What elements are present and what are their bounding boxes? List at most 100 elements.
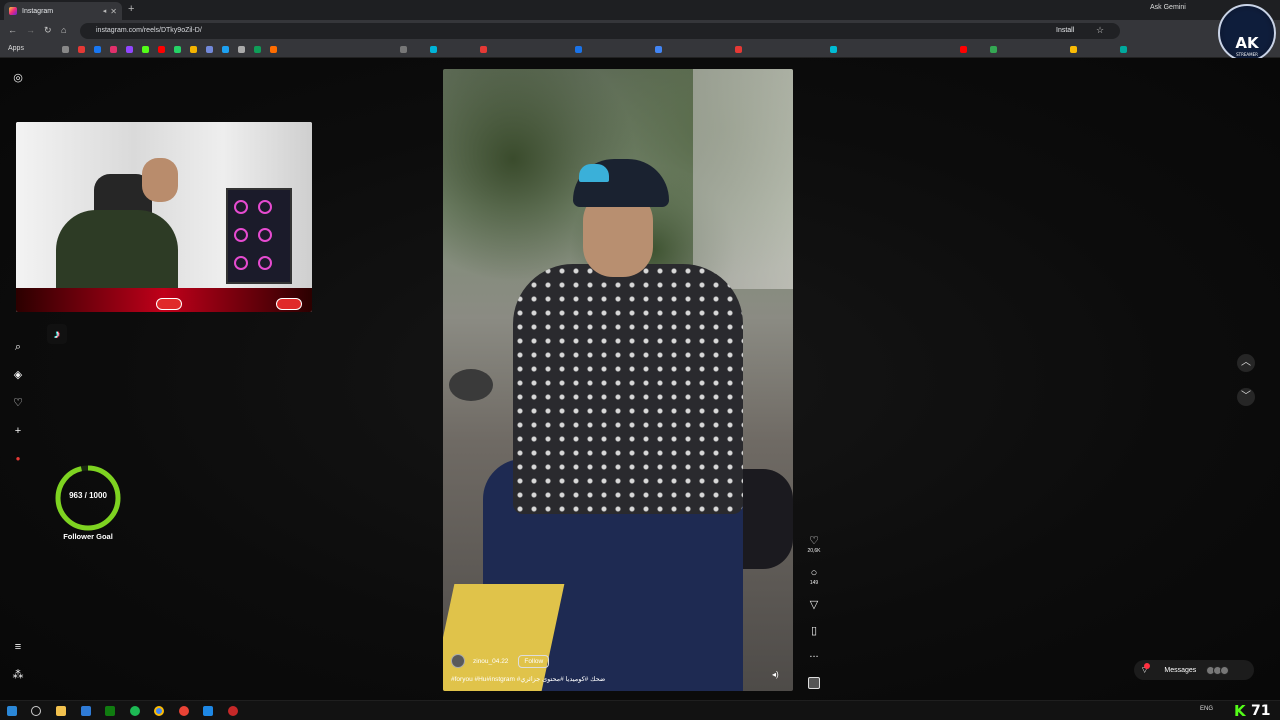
- follower-goal-ring: 963 / 1000: [53, 463, 123, 533]
- spotify-icon[interactable]: [130, 706, 140, 716]
- address-bar[interactable]: instagram.com/reels/DTky9oZil-D/: [80, 23, 1120, 39]
- bookmark-icon[interactable]: [110, 46, 117, 53]
- akatsuki-cloud-icon: [276, 298, 302, 310]
- forward-icon[interactable]: →: [26, 25, 35, 35]
- explore-icon[interactable]: ◈: [11, 368, 25, 382]
- next-reel-button[interactable]: ﹀: [1237, 388, 1255, 406]
- bookmark-icon[interactable]: [655, 46, 662, 53]
- channel-logo: AK STREAMER: [1218, 4, 1276, 62]
- reel-video[interactable]: [443, 69, 793, 691]
- bookmark-icon[interactable]: [94, 46, 101, 53]
- more-icon[interactable]: ≡: [11, 640, 25, 654]
- speaker-icon[interactable]: ◂: [103, 7, 107, 15]
- reload-icon[interactable]: ↻: [44, 25, 52, 36]
- bookmarks-apps[interactable]: Apps: [8, 45, 24, 52]
- kick-number: 71: [1251, 703, 1271, 719]
- channel-logo-text: AK: [1235, 34, 1259, 52]
- akatsuki-cloud-icon: [156, 298, 182, 310]
- file-explorer-icon[interactable]: [56, 706, 66, 716]
- bookmark-icon[interactable]: [78, 46, 85, 53]
- bookmark-icon[interactable]: [142, 46, 149, 53]
- bookmark-icon[interactable]: [830, 46, 837, 53]
- back-icon[interactable]: ←: [8, 25, 17, 35]
- comment-button[interactable]: ○ 149: [806, 567, 822, 586]
- bookmark-icon[interactable]: [430, 46, 437, 53]
- tiktok-icon: ♪: [47, 324, 67, 344]
- bookmark-icon[interactable]: [238, 46, 245, 53]
- comment-count: 149: [809, 580, 819, 586]
- heart-icon[interactable]: ♡: [11, 396, 25, 410]
- home-icon[interactable]: ⌂: [61, 25, 66, 35]
- share-button[interactable]: ▽: [806, 599, 822, 611]
- search-icon[interactable]: [31, 706, 41, 716]
- messages-badge: [1144, 663, 1151, 669]
- create-icon[interactable]: +: [11, 424, 25, 438]
- bookmark-icon[interactable]: [254, 46, 261, 53]
- new-tab-button[interactable]: +: [128, 3, 134, 15]
- mute-icon[interactable]: ◂): [772, 670, 779, 679]
- bookmark-icon[interactable]: [990, 46, 997, 53]
- browser-tab-bar: Instagram ◂ ✕ + Ask Gemini: [0, 0, 1280, 20]
- video-cap-accent: [579, 164, 609, 182]
- close-tab-icon[interactable]: ✕: [110, 7, 117, 16]
- bookmark-icon[interactable]: [206, 46, 213, 53]
- save-button[interactable]: ▯: [806, 625, 822, 637]
- xbox-icon[interactable]: [105, 706, 115, 716]
- streamer-body: [56, 210, 178, 290]
- follow-button[interactable]: Follow: [518, 654, 550, 668]
- messages-button[interactable]: ▽ Messages: [1134, 660, 1254, 680]
- bookmark-icon[interactable]: [735, 46, 742, 53]
- like-button[interactable]: ♡ 20,6K: [806, 535, 822, 554]
- bookmarks-bar: Apps: [0, 42, 1280, 58]
- bookmark-icon[interactable]: [222, 46, 229, 53]
- meta-icon[interactable]: ⁂: [11, 668, 25, 682]
- follower-goal-count: 963 / 1000: [69, 491, 107, 500]
- windows-taskbar: ENG K 71: [0, 700, 1280, 720]
- audio-thumbnail[interactable]: [808, 677, 820, 689]
- instagram-icon[interactable]: ◎: [11, 71, 25, 85]
- avatar: [1220, 665, 1230, 675]
- store-icon[interactable]: [81, 706, 91, 716]
- bookmark-icon: ▯: [810, 625, 818, 637]
- instagram-favicon-icon: [9, 7, 17, 15]
- messages-label: Messages: [1164, 666, 1197, 674]
- avatar[interactable]: [451, 654, 465, 668]
- reel-caption[interactable]: #foryou #Hu#instgram #ضحك #كوميديا #محتو…: [451, 675, 605, 683]
- bookmark-star-icon[interactable]: ☆: [1096, 25, 1104, 36]
- tab-instagram[interactable]: Instagram ◂ ✕: [4, 2, 122, 20]
- more-dots-icon: ...: [809, 648, 819, 660]
- video-building: [693, 69, 793, 289]
- video-jacket: [513, 264, 743, 514]
- tab-title: Instagram: [22, 7, 54, 15]
- previous-reel-button[interactable]: ︿: [1237, 354, 1255, 372]
- browser-toolbar: ← → ↻ ⌂ instagram.com/reels/DTky9oZil-D/…: [0, 20, 1280, 42]
- search-icon[interactable]: ⌕: [11, 340, 25, 354]
- more-options-button[interactable]: ...: [806, 648, 822, 660]
- bookmark-icon[interactable]: [480, 46, 487, 53]
- instagram-main: ◎ ⌕ ◈ ♡ + ● ≡ ⁂ ♪ 963 / 1000 Follower Go…: [0, 58, 1280, 700]
- bookmark-icon[interactable]: [575, 46, 582, 53]
- bookmark-icon[interactable]: [190, 46, 197, 53]
- share-icon: ▽: [809, 599, 819, 611]
- heart-icon: ♡: [809, 535, 819, 547]
- ask-gemini-button[interactable]: Ask Gemini: [1150, 4, 1186, 11]
- system-tray-language[interactable]: ENG: [1200, 706, 1213, 712]
- app-icon[interactable]: [228, 706, 238, 716]
- bookmark-icon[interactable]: [1070, 46, 1077, 53]
- app-icon[interactable]: [179, 706, 189, 716]
- bookmark-icon[interactable]: [158, 46, 165, 53]
- bookmark-icon[interactable]: [270, 46, 277, 53]
- reel-username[interactable]: zinou_04.22: [473, 658, 508, 665]
- install-button[interactable]: Install: [1056, 27, 1074, 34]
- chrome-icon[interactable]: [154, 706, 164, 716]
- follower-goal-label: Follower Goal: [63, 532, 113, 541]
- bookmark-icon[interactable]: [62, 46, 69, 53]
- bookmark-icon[interactable]: [960, 46, 967, 53]
- bookmark-icon[interactable]: [400, 46, 407, 53]
- bookmark-icon[interactable]: [174, 46, 181, 53]
- bookmark-icon[interactable]: [1120, 46, 1127, 53]
- windows-start-icon[interactable]: [7, 706, 17, 716]
- profile-icon[interactable]: ●: [11, 452, 25, 466]
- app-icon[interactable]: [203, 706, 213, 716]
- bookmark-icon[interactable]: [126, 46, 133, 53]
